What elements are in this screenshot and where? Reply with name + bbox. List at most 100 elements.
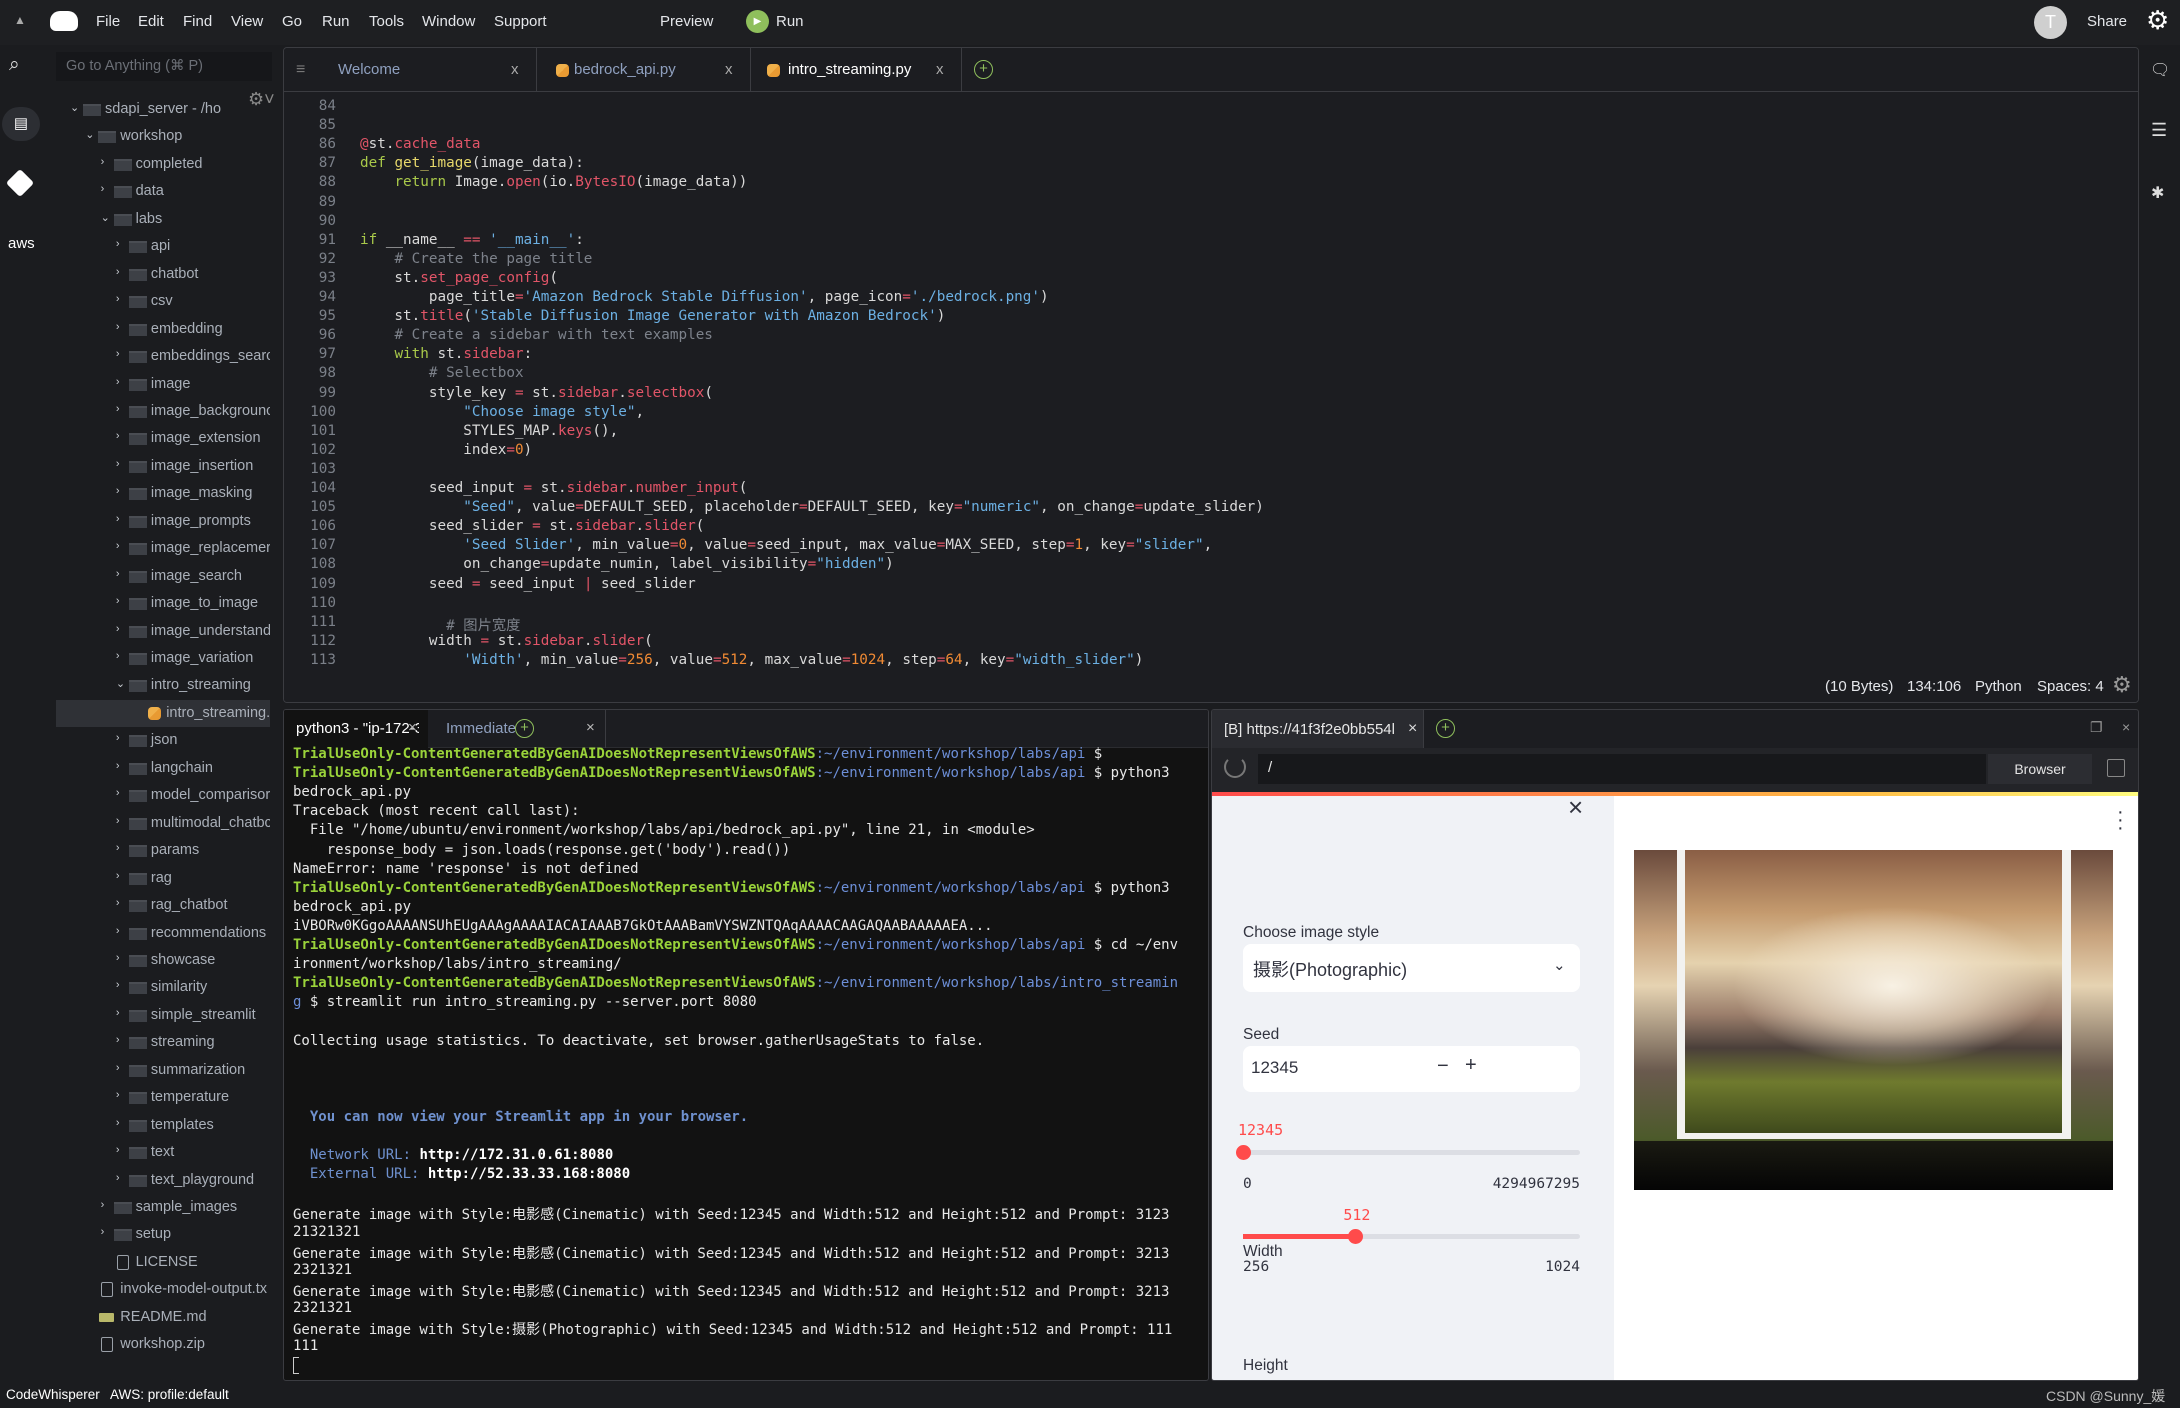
width-slider-track[interactable] [1243,1229,1580,1244]
chevron-right-icon[interactable]: › [116,842,120,854]
menu-tools[interactable]: Tools [369,13,404,30]
terminal-tab-close[interactable]: × [586,719,595,736]
line-number[interactable]: 92 [284,251,336,267]
line-number[interactable]: 88 [284,174,336,190]
width-slider-thumb[interactable] [1348,1229,1364,1244]
generated-image[interactable] [1634,850,2113,1190]
chevron-right-icon[interactable]: › [116,732,120,744]
tree-item[interactable]: › rag [56,865,270,892]
chevron-right-icon[interactable]: › [116,952,120,964]
menu-go[interactable]: Go [282,13,302,30]
terminal-tab[interactable]: python3 - "ip-172-31-0-61× [284,710,428,748]
chevron-right-icon[interactable]: › [116,870,120,882]
tree-item[interactable]: ⌄ sdapi_server - /ho [56,96,270,123]
tree-item[interactable]: › streaming [56,1029,270,1056]
tree-item[interactable]: › csv [56,288,270,315]
line-number[interactable]: 95 [284,308,336,324]
browser-tab[interactable]: [B] https://41f3f2e0bb554l × [1212,710,1424,748]
chevron-right-icon[interactable]: › [116,787,120,799]
chevron-right-icon[interactable]: › [101,1226,105,1238]
chevron-right-icon[interactable]: › [116,376,120,388]
chevron-right-icon[interactable]: › [116,815,120,827]
collapse-icon[interactable]: ▲ [14,13,26,27]
tree-item[interactable]: › summarization [56,1057,270,1084]
tree-item[interactable]: › chatbot [56,261,270,288]
line-number[interactable]: 90 [284,213,336,229]
chevron-right-icon[interactable]: › [116,760,120,772]
tree-item[interactable]: › sample_images [56,1194,270,1221]
chevron-right-icon[interactable]: › [116,979,120,991]
chevron-down-icon[interactable]: ⌄ [85,128,94,141]
terminal-tab-close[interactable]: × [408,719,417,736]
line-number[interactable]: 101 [284,423,336,439]
indent-setting[interactable]: Spaces: 4 [2037,678,2104,695]
line-number[interactable]: 102 [284,442,336,458]
tree-item[interactable]: › recommendations [56,920,270,947]
tree-item[interactable]: › text_playground [56,1167,270,1194]
tree-item[interactable]: › params [56,837,270,864]
outline-icon[interactable]: ☰ [2151,120,2167,141]
run-button[interactable]: Run [776,13,804,30]
line-number[interactable]: 86 [284,136,336,152]
line-number[interactable]: 105 [284,499,336,515]
new-tab-icon[interactable]: + [974,60,993,79]
chevron-right-icon[interactable]: › [116,623,120,635]
panel-close-icon[interactable]: × [2122,719,2130,735]
line-number[interactable]: 110 [284,595,336,611]
line-number[interactable]: 104 [284,480,336,496]
new-tab-icon[interactable]: + [1436,719,1455,738]
gear-icon[interactable]: ⚙ [2146,5,2169,36]
line-number[interactable]: 98 [284,365,336,381]
chevron-right-icon[interactable]: › [101,183,105,195]
line-number[interactable]: 107 [284,537,336,553]
cursor-position[interactable]: 134:106 [1907,678,1961,695]
chevron-right-icon[interactable]: › [116,321,120,333]
line-number[interactable]: 94 [284,289,336,305]
collaborate-icon[interactable]: 🗨 [2150,60,2170,80]
tree-item[interactable]: ⌄ workshop [56,123,270,150]
chevron-right-icon[interactable]: › [116,1062,120,1074]
tree-item[interactable]: › rag_chatbot [56,892,270,919]
git-icon[interactable] [5,168,35,198]
chevron-right-icon[interactable]: › [116,513,120,525]
tree-item[interactable]: › templates [56,1112,270,1139]
line-number[interactable]: 113 [284,652,336,668]
tree-item[interactable]: › image_replacemer [56,535,270,562]
aws-profile-status[interactable]: AWS: profile:default [110,1387,229,1402]
tree-item[interactable]: › image_masking [56,480,270,507]
tree-item[interactable]: › langchain [56,755,270,782]
tree-item[interactable]: › embeddings_searc [56,343,270,370]
editor-settings-icon[interactable]: ⚙ [2112,672,2132,698]
files-icon[interactable]: ▤ [2,107,40,141]
tab-menu-icon[interactable]: ≡ [296,61,305,79]
chevron-right-icon[interactable]: › [116,430,120,442]
terminal-cursor[interactable] [293,1357,299,1375]
chevron-right-icon[interactable]: › [101,156,105,168]
refresh-icon[interactable] [1224,756,1246,778]
tree-item[interactable]: › simple_streamlit [56,1002,270,1029]
tree-item[interactable]: › temperature [56,1084,270,1111]
tree-item[interactable]: › api [56,233,270,260]
tree-item[interactable]: › model_comparisor [56,782,270,809]
tree-item[interactable]: › showcase [56,947,270,974]
tab-Welcome[interactable]: ≡ Welcome x [284,48,537,92]
line-number[interactable]: 93 [284,270,336,286]
tree-item[interactable]: › embedding [56,316,270,343]
tree-item[interactable]: › similarity [56,974,270,1001]
new-terminal-icon[interactable]: + [515,719,534,738]
share-button[interactable]: Share [2087,13,2127,30]
tree-item[interactable]: › json [56,727,270,754]
tree-item[interactable]: › image_prompts [56,508,270,535]
menu-view[interactable]: View [231,13,263,30]
chevron-right-icon[interactable]: › [116,568,120,580]
seed-decrement-button[interactable]: − [1437,1055,1449,1078]
tree-item[interactable]: › image [56,371,270,398]
tree-item[interactable]: › image_understand [56,618,270,645]
popout-icon[interactable] [2107,759,2125,777]
tab-close-button[interactable]: x [511,61,519,78]
line-number[interactable]: 103 [284,461,336,477]
style-select[interactable]: 摄影(Photographic) ⌄ [1243,944,1580,992]
browser-tab-close[interactable]: × [1408,720,1417,738]
line-number[interactable]: 89 [284,194,336,210]
tree-item[interactable]: ⌄ intro_streaming [56,672,270,699]
